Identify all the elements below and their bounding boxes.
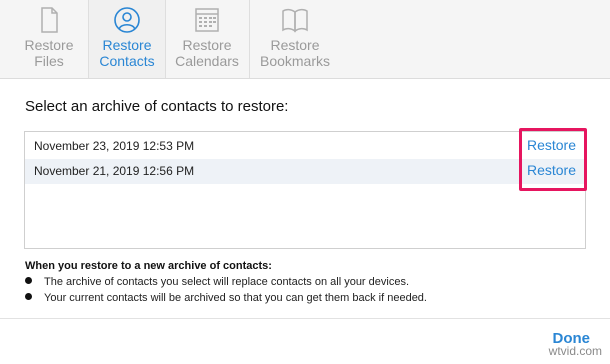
info-bullet-text: The archive of contacts you select will … [44, 276, 410, 288]
file-icon [41, 7, 58, 33]
tab-calendars-line2: Calendars [175, 53, 239, 69]
archive-row[interactable]: November 23, 2019 12:53 PM Restore [25, 134, 585, 159]
archive-prompt: Select an archive of contacts to restore… [25, 98, 289, 115]
archive-list: November 23, 2019 12:53 PM Restore Novem… [24, 131, 586, 249]
tab-bookmarks-line2: Bookmarks [259, 53, 331, 69]
tab-files-line1: Restore [24, 37, 74, 53]
contacts-icon [114, 7, 140, 33]
bookmarks-icon [282, 8, 308, 33]
bullet-icon [25, 293, 32, 300]
archive-date: November 23, 2019 12:53 PM [34, 139, 195, 153]
tab-contacts-line2: Contacts [99, 53, 155, 69]
restore-highlight-box [519, 128, 587, 191]
tab-restore-contacts[interactable]: Restore Contacts [89, 0, 165, 78]
footer-divider [0, 318, 610, 319]
watermark: wtvid.com [548, 344, 602, 358]
tab-restore-files[interactable]: Restore Files [10, 0, 88, 78]
info-bullet-text: Your current contacts will be archived s… [44, 292, 427, 304]
tab-restore-calendars[interactable]: Restore Calendars [166, 0, 248, 78]
archive-row[interactable]: November 21, 2019 12:56 PM Restore [25, 159, 585, 184]
bullet-icon [25, 277, 32, 284]
toolbar: Restore Files Restore Contacts Restore C… [0, 0, 610, 79]
archive-date: November 21, 2019 12:56 PM [34, 164, 195, 178]
tab-separator [249, 0, 250, 78]
tab-restore-bookmarks[interactable]: Restore Bookmarks [254, 0, 336, 78]
info-heading: When you restore to a new archive of con… [25, 260, 272, 272]
info-bullet: Your current contacts will be archived s… [25, 292, 427, 304]
tab-files-line2: Files [34, 53, 64, 69]
tab-contacts-line1: Restore [102, 37, 152, 53]
tab-bookmarks-line1: Restore [270, 37, 320, 53]
calendar-icon [195, 8, 219, 32]
tab-calendars-line1: Restore [182, 37, 232, 53]
info-bullet: The archive of contacts you select will … [25, 276, 409, 288]
